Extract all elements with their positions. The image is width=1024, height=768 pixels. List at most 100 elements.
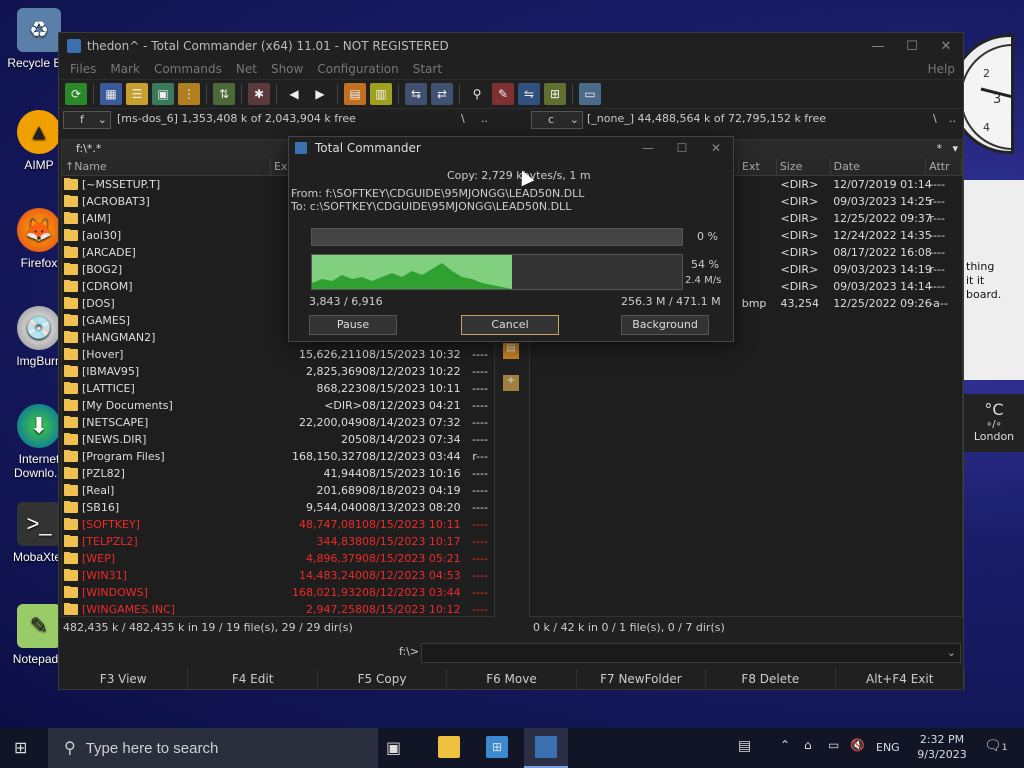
col-ext-right[interactable]: Ext [739,158,777,175]
clock[interactable]: 2:32 PM 9/3/2023 [914,732,970,762]
table-row[interactable]: [WEP] 4,896,379 08/15/2023 05:21 ---- [62,550,494,567]
refresh-icon[interactable]: ⟳ [65,83,87,105]
right-root-button[interactable]: \ [933,112,937,125]
pause-button[interactable]: Pause [309,315,397,335]
multi-rename-icon[interactable]: ✎ [492,83,514,105]
menu-help[interactable]: Help [928,62,955,76]
pack-side-icon[interactable]: ▤ [503,343,519,359]
table-row[interactable]: [SB16] 9,544,040 08/13/2023 08:20 ---- [62,499,494,516]
menu-net[interactable]: Net [236,62,257,76]
folder-icon [64,297,78,309]
file-name-cell: [Hover] [62,348,272,361]
f5-copy-button[interactable]: F5 Copy [318,669,448,689]
total-commander-taskbar-icon [535,736,557,758]
left-status: 482,435 k / 482,435 k in 19 / 19 file(s)… [63,621,353,634]
maximize-button[interactable]: ☐ [895,39,929,54]
language-indicator[interactable]: ENG [876,741,900,754]
menu-commands[interactable]: Commands [154,62,222,76]
dialog-title-bar[interactable]: Total Commander — ☐ ✕ [289,137,733,159]
table-row[interactable]: [My Documents] <DIR> 08/12/2023 04:21 ---- [62,397,494,414]
table-row[interactable]: [WINDOWS] 168,021,932 08/12/2023 03:44 ---- [62,584,494,601]
table-row[interactable]: [NEWS.DIR] 205 08/14/2023 07:34 ---- [62,431,494,448]
dialog-minimize-button[interactable]: — [631,141,665,155]
file-name-cell: [ACROBAT3] [62,195,272,208]
col-date-right[interactable]: Date [831,158,927,175]
url-icon[interactable]: ⇄ [431,83,453,105]
file-name-cell: [DOS] [62,297,272,310]
news-icon[interactable]: ▤ [738,738,751,754]
file-attr-cell: ---- [929,280,946,293]
col-name[interactable]: ↑Name [62,158,272,175]
network-icon[interactable]: ⌂ [804,738,812,752]
left-drive-select[interactable]: f ⌄ [63,111,111,129]
forward-arrow-icon[interactable]: ▶ [309,83,331,105]
table-row[interactable]: [LATTICE] 868,223 08/15/2023 10:11 ---- [62,380,494,397]
full-view-icon[interactable]: ☰ [126,83,148,105]
total-commander-taskbar-button[interactable] [524,728,568,768]
compare-icon[interactable]: ⊞ [544,83,566,105]
menu-configuration[interactable]: Configuration [317,62,398,76]
col-size-right[interactable]: Size [777,158,831,175]
display-icon[interactable]: ▭ [828,738,839,752]
pack-icon[interactable]: ▤ [344,83,366,105]
close-button[interactable]: ✕ [929,39,963,54]
table-row[interactable]: [Program Files] 168,150,327 08/12/2023 03:… [62,448,494,465]
background-button[interactable]: Background [621,315,709,335]
dialog-maximize-button[interactable]: ☐ [665,141,699,155]
cancel-button[interactable]: Cancel [461,315,559,335]
search-box[interactable]: ⚲ Type here to search [48,728,378,768]
thumbnails-icon[interactable]: ▣ [152,83,174,105]
menu-mark[interactable]: Mark [110,62,140,76]
dialog-close-button[interactable]: ✕ [699,141,733,155]
table-row[interactable]: [PZL82] 41,944 08/15/2023 10:16 ---- [62,465,494,482]
menu-show[interactable]: Show [271,62,303,76]
file-name-cell: [WINDOWS] [62,586,272,599]
start-icon[interactable]: ⊞ [14,738,34,758]
table-row[interactable]: [TELPZL2] 344,838 08/15/2023 10:17 ---- [62,533,494,550]
table-row[interactable]: [IBMAV95] 2,825,369 08/12/2023 10:22 ---- [62,363,494,380]
altf4-exit-button[interactable]: Alt+F4 Exit [836,669,965,689]
file-explorer-icon[interactable] [438,736,460,758]
file-size-cell: 41,944 [323,467,363,480]
minimize-button[interactable]: — [861,39,895,54]
col-attr-right[interactable]: Attr [926,158,962,175]
store-icon[interactable]: ⊞ [486,736,508,758]
f4-edit-button[interactable]: F4 Edit [188,669,318,689]
task-view-icon[interactable]: ▣ [386,738,401,757]
sync-dirs-icon[interactable]: ⇋ [518,83,540,105]
menu-files[interactable]: Files [70,62,96,76]
volume-muted-icon[interactable]: 🔇 [850,738,865,752]
invert-selection-icon[interactable]: ⇅ [213,83,235,105]
menu-start[interactable]: Start [413,62,442,76]
notepad-tb-icon[interactable]: ▭ [579,83,601,105]
title-bar[interactable]: thedon^ - Total Commander (x64) 11.01 - … [59,33,963,59]
table-row[interactable]: [SOFTKEY] 48,747,081 08/15/2023 10:11 ---- [62,516,494,533]
select-icon[interactable]: ✱ [248,83,270,105]
command-line-input[interactable]: ⌄ [421,643,961,663]
table-row[interactable]: [WIN31] 14,483,240 08/12/2023 04:53 ---- [62,567,494,584]
ftp-icon[interactable]: ⇆ [405,83,427,105]
right-drive-select[interactable]: c ⌄ [531,111,583,129]
table-row[interactable]: [NETSCAPE] 22,200,049 08/14/2023 07:32 ---- [62,414,494,431]
notifications-icon[interactable]: 🗨1 [984,738,1008,754]
f8-delete-button[interactable]: F8 Delete [706,669,836,689]
right-up-button[interactable]: .. [949,112,956,125]
left-root-button[interactable]: \ [461,112,465,125]
back-arrow-icon[interactable]: ◀ [283,83,305,105]
f3-view-button[interactable]: F3 View [59,669,189,689]
table-row[interactable]: [WINGAMES.INC] 2,947,258 08/15/2023 10:12-… [62,601,494,616]
unpack-icon[interactable]: ▥ [370,83,392,105]
chevron-up-icon[interactable]: ⌃ [780,738,790,752]
binoculars-icon[interactable]: ⚲ [466,83,488,105]
tree-view-icon[interactable]: ⋮ [178,83,200,105]
f7-newfolder-button[interactable]: F7 NewFolder [577,669,707,689]
chevron-down-icon: ⌄ [569,113,579,126]
file-size-cell: 15,626,211 [299,348,362,361]
table-row[interactable]: [Real] 201,689 08/18/2023 04:19 ---- [62,482,494,499]
brief-view-icon[interactable]: ▦ [100,83,122,105]
left-up-button[interactable]: .. [481,112,488,125]
table-row[interactable]: [Hover] 15,626,211 08/15/2023 10:32 ---- [62,346,494,363]
file-attr-cell: ---- [472,569,488,582]
new-folder-side-icon[interactable]: + [503,375,519,391]
f6-move-button[interactable]: F6 Move [447,669,577,689]
